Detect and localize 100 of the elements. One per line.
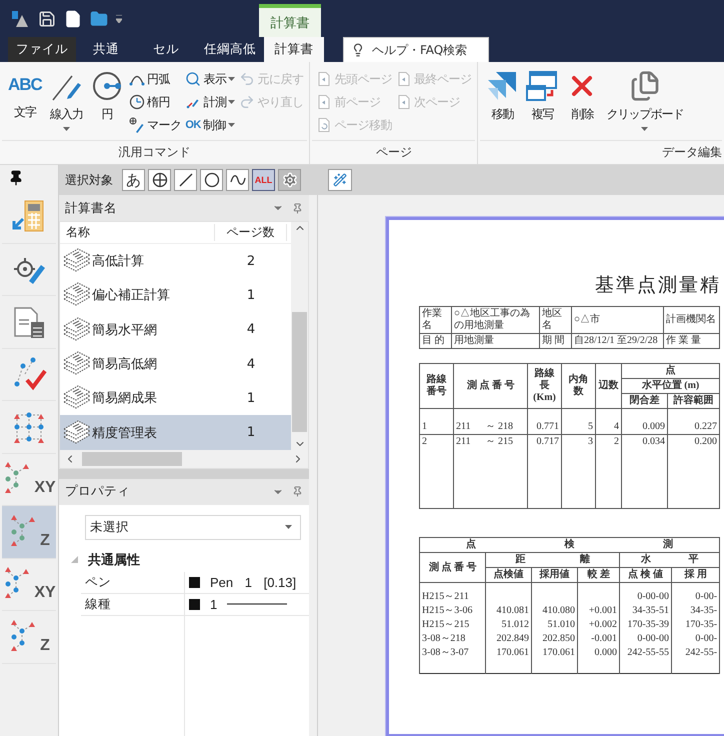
filter-button[interactable] xyxy=(148,169,171,191)
property-value[interactable]: Pen 1 [0.13] xyxy=(185,572,309,594)
page-icon xyxy=(396,94,412,110)
list-row[interactable]: 簡易網成果 1 xyxy=(60,381,291,416)
zoom-icon xyxy=(185,71,202,87)
list-row[interactable]: 簡易水平網 4 xyxy=(60,312,291,347)
caret-icon xyxy=(285,525,292,530)
ribbon-small-button[interactable]: マーク xyxy=(128,114,182,136)
calc-name: 精度管理表 xyxy=(92,424,157,442)
table-cell: 202.849 xyxy=(486,632,532,646)
ribbon-button[interactable]: 線入力 xyxy=(48,66,85,140)
ribbon-small-button[interactable]: 円弧 xyxy=(128,68,182,90)
table-cell: +0.001 xyxy=(578,604,620,618)
table-cell: 用地測量 xyxy=(452,334,540,348)
page-jump-icon xyxy=(316,117,332,133)
table-cell: 170-35-39 xyxy=(620,618,672,632)
column-header: 測 点 番 号 xyxy=(420,552,486,582)
table-cell: ○△市 xyxy=(572,306,664,334)
list-row[interactable]: 精度管理表 1 xyxy=(60,415,291,450)
scrollbar-thumb[interactable] xyxy=(292,312,307,432)
curve-icon xyxy=(230,172,246,188)
filter-button[interactable] xyxy=(200,169,223,191)
ribbon-tab[interactable]: 任綱高低 xyxy=(196,37,264,62)
filter-button[interactable] xyxy=(226,169,249,191)
new-file-icon[interactable] xyxy=(64,10,82,28)
table-cell: 計画機関名 xyxy=(664,306,720,334)
panel-title: 計算書名 xyxy=(65,200,118,216)
circle-icon xyxy=(204,172,220,188)
table-cell: 0-00-00 xyxy=(620,582,672,604)
file-tab[interactable]: ファイル xyxy=(8,37,76,62)
mark-icon xyxy=(128,117,145,133)
ribbon-tab[interactable]: 計算書 xyxy=(264,37,324,62)
table-cell: 5 xyxy=(562,408,596,434)
column-header: 許容範囲 xyxy=(668,394,720,408)
list-row[interactable]: 偏心補正計算 1 xyxy=(60,278,291,313)
column-header: 内角数 xyxy=(562,364,596,408)
property-name: ペン xyxy=(81,572,185,594)
table-cell: 地区名 xyxy=(540,306,572,334)
column-header: 距 xyxy=(515,554,526,566)
page-icon xyxy=(316,94,332,110)
filter-button[interactable]: あ xyxy=(122,169,145,191)
column-header: 辺数 xyxy=(596,364,622,408)
ribbon-button[interactable]: 移動 xyxy=(484,66,520,140)
move-icon xyxy=(486,70,518,102)
table-cell: ○△地区工事の為の用地測量 xyxy=(452,306,540,334)
object-selector[interactable]: 未選択 xyxy=(85,514,301,540)
ribbon-button[interactable]: 円 xyxy=(88,66,125,140)
table-cell: 170.061 xyxy=(486,646,532,674)
page-count: 4 xyxy=(246,322,256,338)
ribbon-small-button[interactable]: 計測 xyxy=(185,91,236,113)
ribbon-button[interactable]: 複写 xyxy=(524,66,560,140)
table-cell: 0.000 xyxy=(578,646,620,674)
table-cell: 0-00- xyxy=(672,582,720,604)
ribbon-button[interactable]: 削除 xyxy=(564,66,600,140)
selection-target-label: 選択対象 xyxy=(65,172,113,188)
ribbon-group-label: 汎用コマンド xyxy=(2,140,308,164)
ribbon-button[interactable]: クリップボード xyxy=(604,66,686,140)
column-header: 測 点 番 号 xyxy=(454,364,528,408)
table-cell: 自28/12/1 至29/2/28 xyxy=(572,334,664,348)
ribbon-small-button[interactable]: 表示 xyxy=(185,68,236,90)
tool-button[interactable]: Z xyxy=(2,611,56,664)
table-cell: 作 業 量 xyxy=(664,334,720,348)
tool-button[interactable]: Z xyxy=(2,506,56,558)
column-header: 採用値 xyxy=(532,568,578,582)
help-search-field[interactable]: ヘルプ・FAQ検索 xyxy=(343,37,489,62)
lightbulb-icon xyxy=(351,43,365,57)
customize-caret-icon[interactable] xyxy=(116,14,122,22)
ribbon-small-button[interactable]: OK 制御 xyxy=(185,114,236,136)
table-cell: 242-55-55 xyxy=(620,646,672,674)
list-row[interactable]: 簡易高低網 4 xyxy=(60,346,291,382)
save-icon[interactable] xyxy=(38,10,56,28)
table-cell: -0.001 xyxy=(578,632,620,646)
property-value[interactable]: 1 xyxy=(185,594,309,616)
pin-icon[interactable] xyxy=(8,170,24,186)
table-cell: 2 xyxy=(420,434,454,508)
tool-button[interactable] xyxy=(328,169,352,191)
column-header: 点 xyxy=(622,364,720,378)
page-icon xyxy=(396,71,412,87)
table-cell: 0.227 xyxy=(668,408,720,434)
ribbon-button[interactable]: ABC 文字 xyxy=(6,66,44,140)
ribbon-tab[interactable]: セル xyxy=(136,37,196,62)
open-folder-icon[interactable] xyxy=(90,10,108,28)
scrollbar-thumb[interactable] xyxy=(82,452,182,466)
undo-icon xyxy=(239,71,256,87)
column-header: 水 xyxy=(640,554,651,566)
table-cell: 34-35- xyxy=(672,604,720,618)
list-row[interactable]: 高低計算 2 xyxy=(60,244,291,278)
filter-button[interactable] xyxy=(174,169,197,191)
table-cell: 期 間 xyxy=(540,334,572,348)
column-header[interactable]: ページ数 xyxy=(215,224,287,241)
table-cell: +0.002 xyxy=(578,618,620,632)
table-cell: ～ 215 xyxy=(484,434,528,508)
tool-button[interactable]: XY xyxy=(2,558,56,611)
ribbon-tab[interactable]: 共通 xyxy=(76,37,136,62)
ribbon-small-button[interactable]: 楕円 xyxy=(128,91,182,113)
column-header[interactable]: 名称 xyxy=(60,224,215,241)
redo-icon xyxy=(239,94,256,110)
line-sample-icon xyxy=(227,602,288,606)
column-header: 閉合差 xyxy=(622,394,668,408)
column-header: 較 差 xyxy=(578,568,620,582)
